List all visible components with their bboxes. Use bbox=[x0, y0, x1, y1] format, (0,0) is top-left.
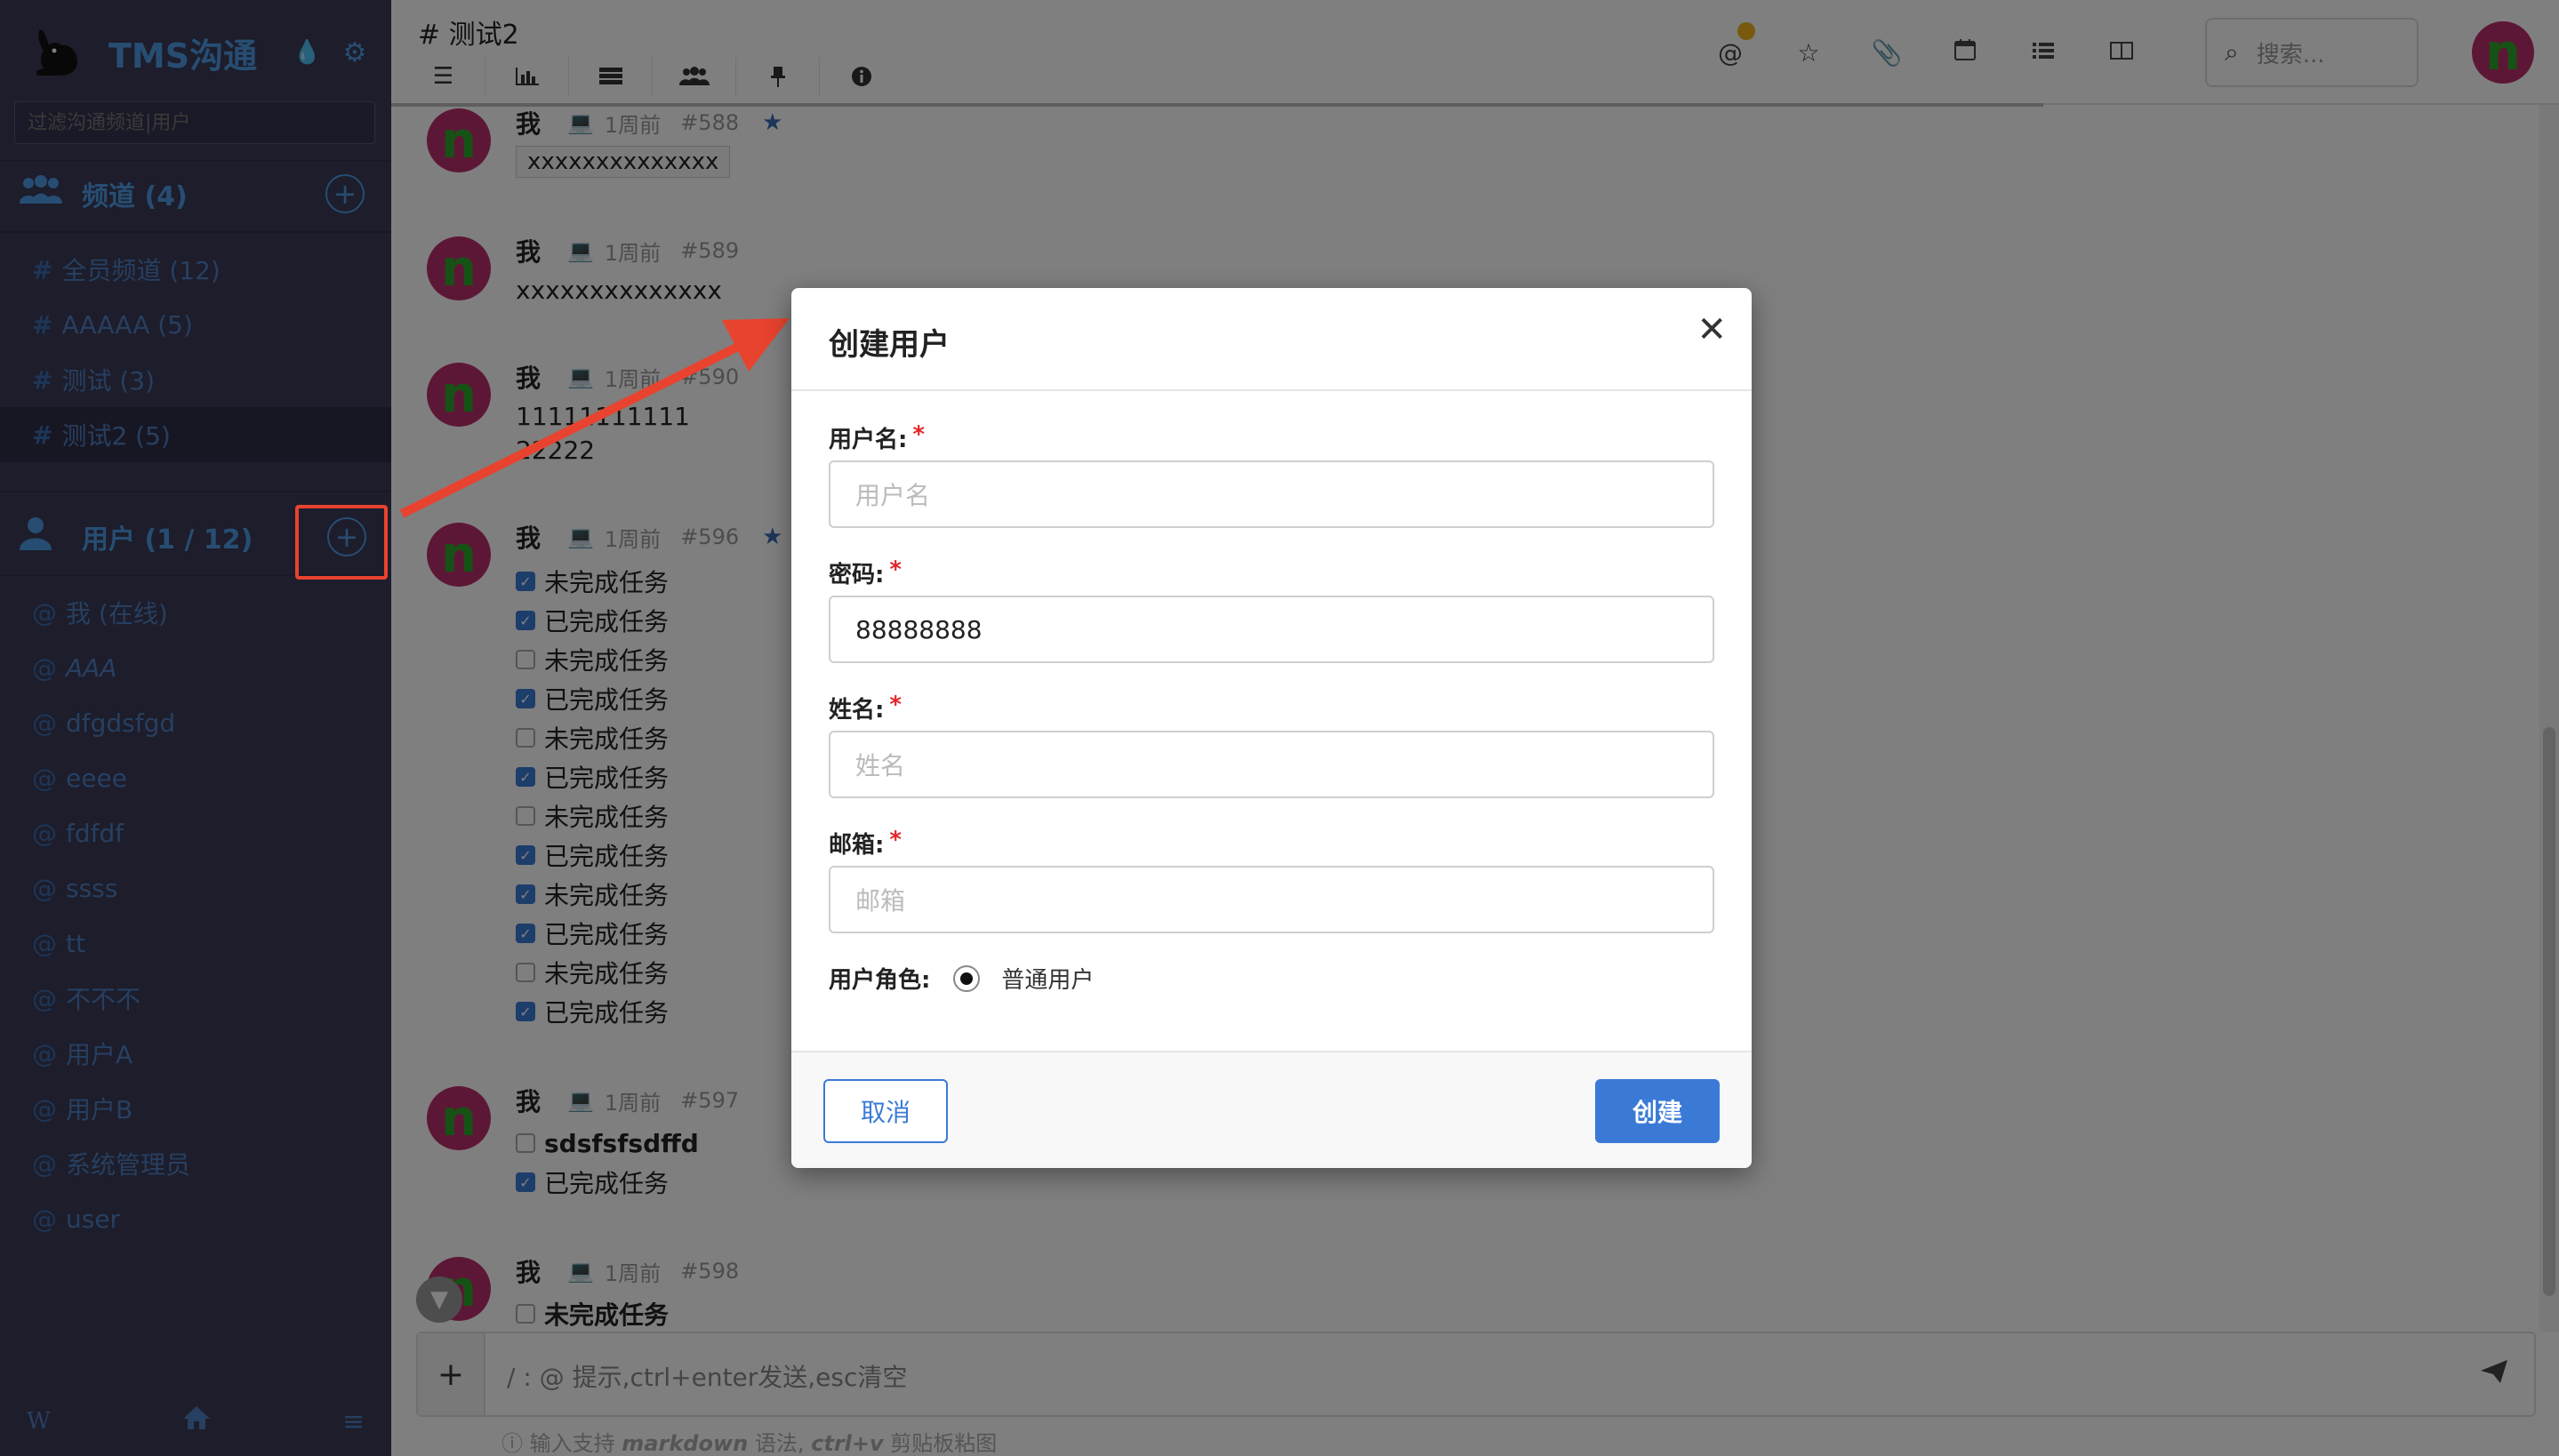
name-label: 姓名: * bbox=[829, 692, 1714, 731]
role-radio-normal[interactable] bbox=[953, 964, 981, 992]
password-label: 密码: * bbox=[829, 556, 1714, 596]
label-text: 密码: bbox=[829, 562, 885, 588]
required-mark: * bbox=[889, 692, 902, 718]
name-field[interactable]: 姓名 bbox=[829, 731, 1714, 798]
label-text: 姓名: bbox=[829, 697, 885, 724]
required-mark: * bbox=[912, 421, 926, 448]
label-text: 邮箱: bbox=[829, 832, 885, 859]
annotation-highlight-box bbox=[295, 505, 388, 580]
required-mark: * bbox=[889, 556, 902, 583]
close-icon[interactable]: ✕ bbox=[1697, 309, 1727, 350]
cancel-button[interactable]: 取消 bbox=[823, 1079, 948, 1143]
dialog-footer: 取消 创建 bbox=[791, 1051, 1752, 1168]
dialog-title: 创建用户 bbox=[829, 327, 950, 363]
required-mark: * bbox=[889, 827, 902, 853]
role-label: 用户角色: bbox=[829, 967, 931, 994]
create-user-form: 用户名: * 用户名 密码: * 88888888 姓名: * 姓名 邮箱: * 邮箱 … bbox=[829, 421, 1714, 995]
create-user-dialog: 创建用户 ✕ 用户名: * 用户名 密码: * 88888888 姓名: * 姓名 邮… bbox=[791, 288, 1752, 1168]
password-field[interactable]: 88888888 bbox=[829, 596, 1714, 663]
email-field[interactable]: 邮箱 bbox=[829, 866, 1714, 933]
role-option-label[interactable]: 普通用户 bbox=[1001, 962, 1094, 995]
label-text: 用户名: bbox=[829, 427, 908, 453]
radio-dot bbox=[960, 972, 974, 985]
role-row: 用户角色: 普通用户 bbox=[829, 962, 1714, 995]
create-button[interactable]: 创建 bbox=[1595, 1079, 1720, 1143]
username-label: 用户名: * bbox=[829, 421, 1714, 460]
username-field[interactable]: 用户名 bbox=[829, 460, 1714, 528]
dialog-header: 创建用户 ✕ bbox=[791, 288, 1752, 391]
email-label: 邮箱: * bbox=[829, 827, 1714, 866]
